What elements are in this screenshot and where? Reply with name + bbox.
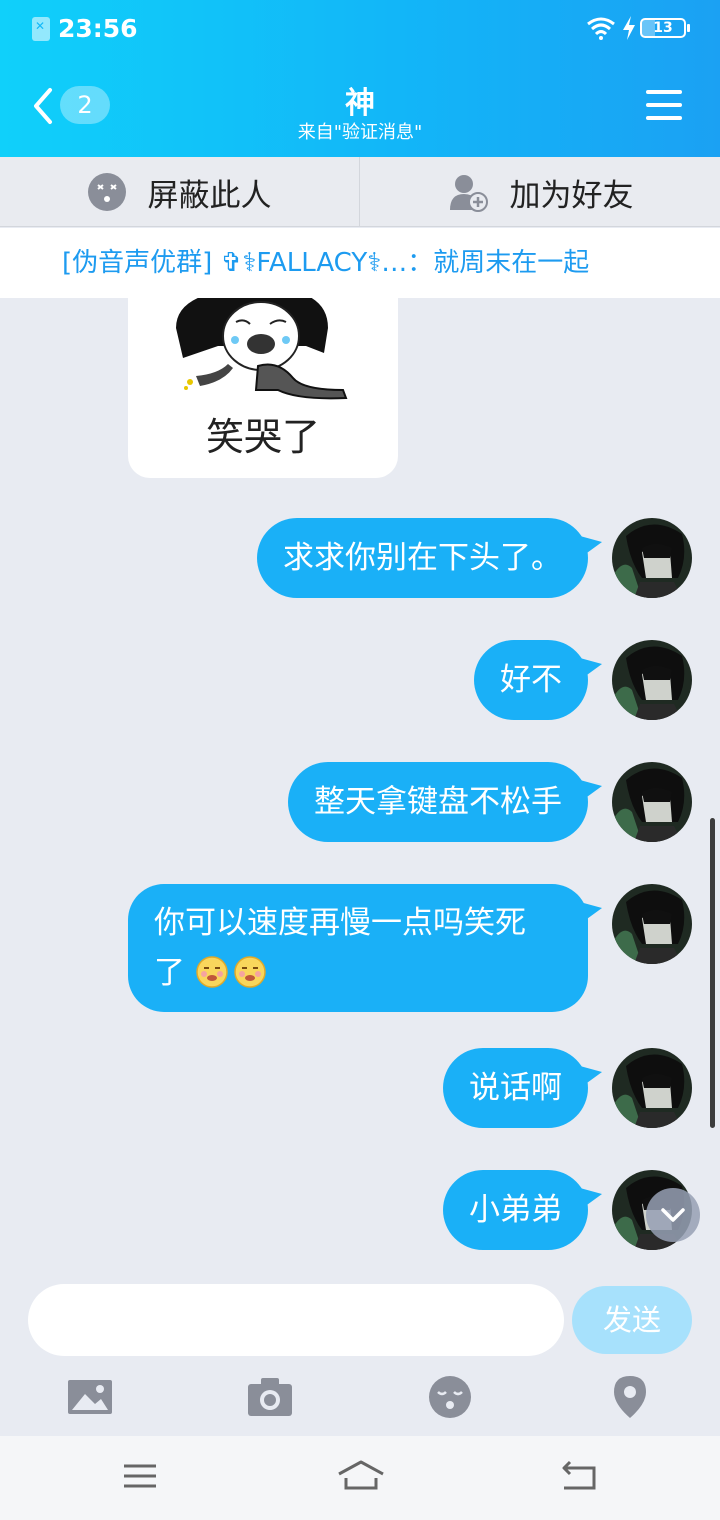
message-bubble[interactable]: 小弟弟 xyxy=(443,1170,588,1250)
avatar[interactable] xyxy=(612,518,692,598)
scroll-to-bottom-button[interactable] xyxy=(646,1188,700,1242)
chat-subtitle: 来自"验证消息" xyxy=(297,122,423,143)
back-chevron-icon xyxy=(34,88,52,124)
avatar-image xyxy=(612,884,692,964)
laugh-cry-sticker-image xyxy=(176,298,348,400)
scrollbar[interactable] xyxy=(710,818,715,1128)
menu-icon-bar xyxy=(646,116,682,120)
action-bar: 屏蔽此人 加为好友 xyxy=(0,157,720,227)
add-friend-label: 加为好友 xyxy=(509,177,634,214)
avatar-image xyxy=(612,640,692,720)
status-time: 23:56 xyxy=(58,14,138,43)
sticker-message[interactable]: 笑哭了 xyxy=(128,298,398,478)
message-bubble[interactable]: 你可以速度再慢一点吗笑死 了 xyxy=(128,884,588,1012)
nav-menu-icon[interactable] xyxy=(118,1456,162,1496)
action-divider xyxy=(359,157,360,227)
avatar-image xyxy=(612,1048,692,1128)
block-icon xyxy=(87,173,126,211)
menu-icon xyxy=(646,90,682,94)
unread-count-badge: 2 xyxy=(60,86,110,124)
bubble-tail xyxy=(580,536,602,558)
avatar[interactable] xyxy=(612,1048,692,1128)
add-friend-icon xyxy=(449,175,488,212)
avatar[interactable] xyxy=(612,640,692,720)
image-icon[interactable] xyxy=(67,1374,113,1420)
chat-area: 笑哭了 求求你别在下头了。 好不 整天拿键盘不松手 你可以速度再慢一点吗笑死 了… xyxy=(0,298,720,1282)
battery-icon: 13 xyxy=(640,18,690,38)
message-bubble[interactable]: 整天拿键盘不松手 xyxy=(288,762,588,842)
add-friend-button[interactable]: 加为好友 xyxy=(361,157,720,227)
avatar-image xyxy=(612,762,692,842)
nav-home-icon[interactable] xyxy=(336,1456,386,1496)
message-bubble[interactable]: 好不 xyxy=(474,640,588,720)
message-text-line: 你可以速度再慢一点吗笑死 xyxy=(154,905,526,941)
avatar-image xyxy=(612,518,692,598)
avatar[interactable] xyxy=(612,884,692,964)
emoji-icon[interactable] xyxy=(427,1374,473,1420)
bubble-tail xyxy=(580,658,602,680)
scroll-down-icon xyxy=(661,1208,685,1222)
camera-icon[interactable] xyxy=(247,1374,293,1420)
block-label: 屏蔽此人 xyxy=(147,177,272,214)
message-text-line: 了 xyxy=(154,955,185,991)
block-button[interactable]: 屏蔽此人 xyxy=(0,157,359,227)
message-bubble[interactable]: 求求你别在下头了。 xyxy=(257,518,588,598)
chat-title: 神 xyxy=(345,86,375,121)
back-button[interactable]: 2 xyxy=(30,82,114,132)
send-button[interactable]: 发送 xyxy=(572,1286,692,1354)
sim-icon xyxy=(32,17,50,41)
group-message-notice[interactable]: [伪音声优群] ✞⚕FALLACY⚕…：就周末在一起 xyxy=(0,228,720,298)
dizzy-face-emoji-icon xyxy=(234,956,266,988)
nav-back-icon[interactable] xyxy=(556,1456,600,1496)
menu-button[interactable] xyxy=(646,88,682,122)
system-nav-bar xyxy=(0,1436,720,1520)
bubble-tail xyxy=(580,902,602,924)
input-area: 发送 xyxy=(0,1282,720,1436)
wifi-icon xyxy=(587,17,615,40)
menu-icon-bar xyxy=(646,103,682,107)
bubble-tail xyxy=(580,780,602,802)
status-bar: 23:56 13 xyxy=(0,0,720,56)
message-bubble[interactable]: 说话啊 xyxy=(443,1048,588,1128)
bubble-tail xyxy=(580,1066,602,1088)
bubble-tail xyxy=(580,1188,602,1210)
chat-header: 23:56 13 2 神 来自"验证消息" xyxy=(0,0,720,157)
message-input[interactable] xyxy=(28,1284,564,1356)
location-icon[interactable] xyxy=(607,1374,653,1420)
charge-icon xyxy=(623,16,635,40)
dizzy-face-emoji-icon xyxy=(196,956,228,988)
sticker-caption: 笑哭了 xyxy=(205,415,320,459)
avatar[interactable] xyxy=(612,762,692,842)
